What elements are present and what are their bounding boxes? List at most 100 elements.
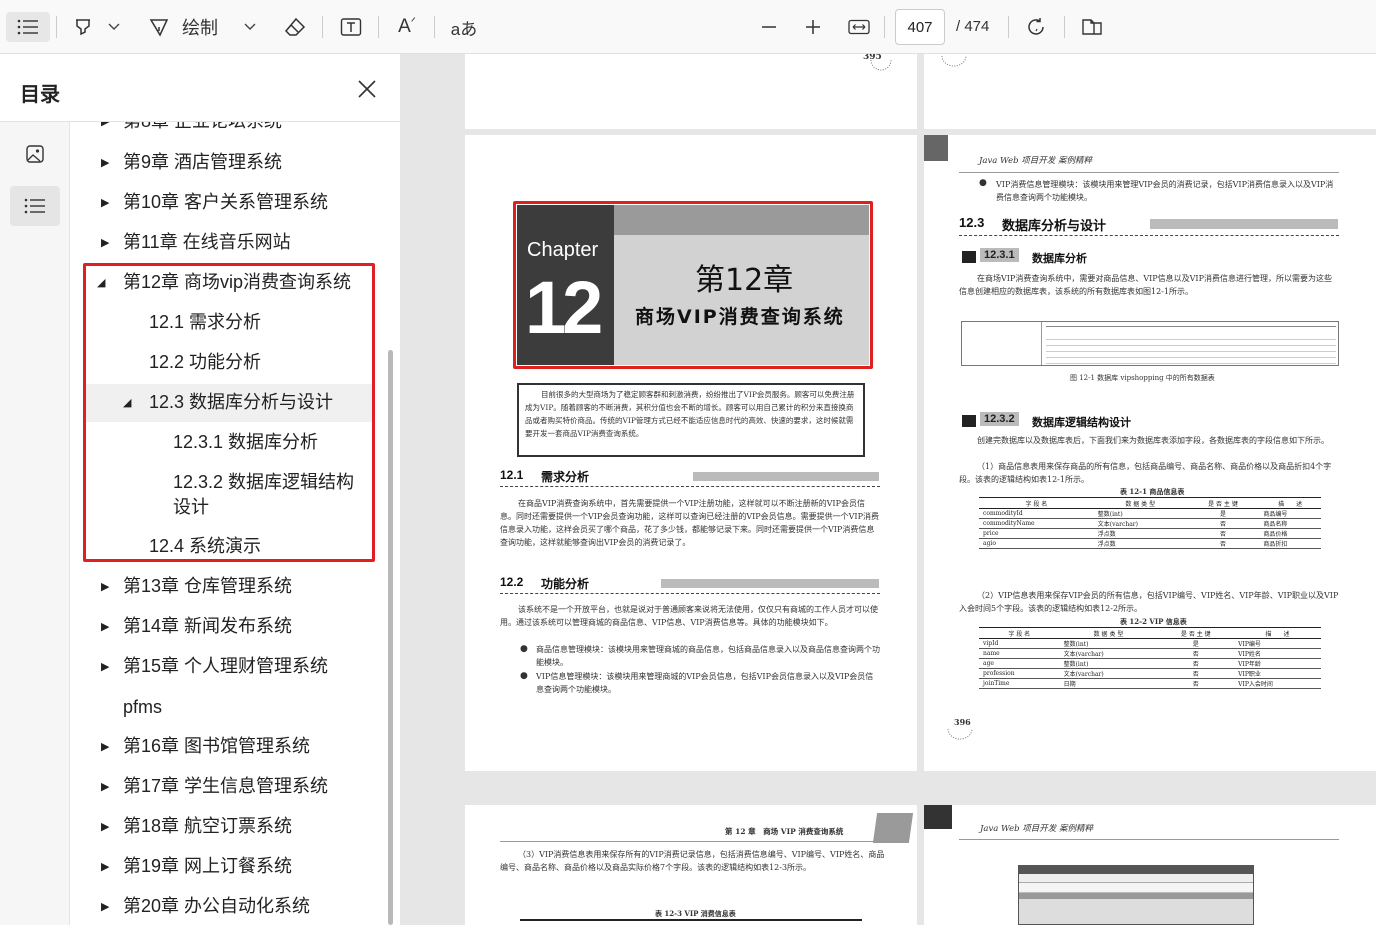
toolbar-separator (56, 16, 57, 38)
section-12-1-text: 在商品VIP消费查询系统中，首先需要提供一个VIP注册功能，这样就可以不断注册新… (500, 499, 879, 547)
toc-button[interactable] (10, 186, 60, 226)
toc-item-pfms[interactable]: pfms (123, 694, 162, 720)
toc-item-ch20[interactable]: ▶ 第20章 办公自动化系统 (101, 893, 310, 919)
rotate-button[interactable] (1020, 12, 1052, 42)
toolbar-separator (884, 16, 885, 38)
toolbar-separator (378, 16, 379, 38)
toc-item-ch15[interactable]: ▶ 第15章 个人理财管理系统 (101, 653, 328, 679)
draw-dropdown[interactable] (238, 12, 262, 42)
toolbar: 绘制 Aᐟ aあ 407 / 474 (0, 0, 1376, 54)
toc-tree: ▶第8章 企业论坛系统 ▶第9章 酒店管理系统 ▶第10章 客户关系管理系统 ▶… (70, 122, 400, 925)
bullet-consume: VIP消费信息管理模块：该模块用来管理VIP会员的消费记录，包括VIP消费信息录… (996, 180, 1334, 202)
toc-item-ch17[interactable]: ▶ 第17章 学生信息管理系统 (101, 773, 328, 799)
page-ornament-icon (870, 59, 892, 71)
expand-arrow-icon[interactable]: ▶ (101, 774, 109, 800)
add-text-button[interactable] (334, 12, 368, 42)
zoom-out-button[interactable] (756, 12, 782, 42)
close-icon (358, 80, 376, 98)
minus-icon (762, 26, 776, 28)
toc-item-ch16[interactable]: ▶ 第16章 图书馆管理系统 (101, 733, 310, 759)
section-12-3-2-num: 12.3.2 (980, 412, 1019, 426)
highlight-dropdown[interactable] (102, 12, 126, 42)
section-12-3-1-text: 在商场VIP消费查询系统中，需要对商品信息、VIP信息以及VIP消费信息进行管理… (959, 274, 1332, 296)
toolbar-separator (322, 16, 323, 38)
toc-item-ch10[interactable]: ▶ 第10章 客户关系管理系统 (101, 189, 328, 215)
page-chapter-12: Chapter 12 第12章 商场VIP消费查询系统 目前很多的大型商场为了稳… (465, 135, 917, 771)
expand-arrow-icon[interactable]: ▶ (101, 854, 109, 880)
text-options-button[interactable]: aあ (446, 12, 482, 42)
draw-label: 绘制 (182, 18, 218, 38)
toc-item-ch18[interactable]: ▶ 第18章 航空订票系统 (101, 813, 292, 839)
page-ornament-icon (941, 55, 967, 67)
erase-button[interactable] (278, 12, 312, 42)
section-12-3-1-title: 数据库分析 (1032, 253, 1087, 265)
section-12-2-title: 功能分析 (541, 577, 590, 591)
expand-arrow-icon[interactable]: ▶ (101, 654, 109, 680)
expand-arrow-icon[interactable]: ▶ (101, 230, 109, 256)
fit-width-icon (848, 19, 870, 35)
expand-arrow-icon[interactable]: ▶ (101, 122, 109, 135)
two-page-icon (1082, 19, 1102, 35)
running-header: 第 12 章 商场 VIP 消费查询系统 (725, 827, 844, 836)
table-row: profession 文本(varchar) 否 VIP职业 (979, 668, 1321, 679)
page-number-input[interactable]: 407 (895, 9, 945, 45)
figure-12-1-caption: 图 12-1 数据库 vipshopping 中的所有数据表 (1070, 374, 1215, 382)
read-aloud-button[interactable]: Aᐟ (390, 12, 424, 42)
page-view-button[interactable] (1076, 12, 1108, 42)
section-12-3-1-num: 12.3.1 (980, 248, 1019, 262)
toc-item-ch19[interactable]: ▶ 第19章 网上订餐系统 (101, 853, 292, 879)
table-12-2: 字 段 名数 据 类 型是 否 主 键描 述 vipId 整数(int) 是 VIP编… (979, 627, 1321, 689)
expand-arrow-icon[interactable]: ▶ (101, 574, 109, 600)
draw-button[interactable]: 绘制 (148, 12, 238, 42)
page-396: Java Web 项目开发 案例精粹 ● VIP消费信息管理模块：该模块用来管理… (924, 135, 1376, 771)
table-row: agio 浮点数否商品折扣 (979, 538, 1321, 549)
running-header: Java Web 项目开发 案例精粹 (980, 824, 1093, 834)
table-row: age 整数(int) 否 VIP年龄 (979, 658, 1321, 669)
eraser-icon (284, 17, 306, 36)
toolbar-separator (1008, 16, 1009, 38)
list-icon (24, 198, 45, 214)
table-row: joinTime 日期否 VIP入会时间 (979, 678, 1321, 689)
highlight-button[interactable] (66, 12, 100, 42)
expand-arrow-icon[interactable]: ▶ (101, 614, 109, 640)
close-panel-button[interactable] (352, 74, 382, 104)
document-area: 395 Chapter 12 第12章 商场VIP消费查询系统 目前很多的大型商… (400, 54, 1376, 925)
draw-icon (149, 19, 169, 37)
chevron-down-icon (244, 23, 256, 30)
table-row: vipId 整数(int) 是 VIP编号 (979, 638, 1321, 649)
toc-item-ch14[interactable]: ▶ 第14章 新闻发布系统 (101, 613, 292, 639)
table-12-1: 字 段 名数 据 类 型是 否 主 键描 述 commodityId 整数(int… (979, 497, 1321, 549)
chapter-red-highlight-box (513, 201, 873, 369)
section-12-3-num: 12.3 (959, 215, 985, 230)
section-12-1-title: 需求分析 (541, 470, 590, 484)
zoom-in-button[interactable] (800, 12, 826, 42)
expand-arrow-icon[interactable]: ▶ (101, 814, 109, 840)
expand-arrow-icon[interactable]: ▶ (101, 190, 109, 216)
table-row: commodityId 整数(int) 是商品编号 (979, 508, 1321, 519)
expand-arrow-icon[interactable]: ▶ (101, 734, 109, 760)
section-12-3-title: 数据库分析与设计 (1002, 218, 1107, 233)
toc-item-ch8[interactable]: ▶第8章 企业论坛系统 (101, 122, 282, 134)
highlighter-icon (76, 19, 90, 36)
table-row: price 浮点数否商品价格 (979, 528, 1321, 539)
section-12-2-num: 12.2 (500, 575, 524, 589)
page-bottom-left: 第 12 章 商场 VIP 消费查询系统 （3）VIP消费信息表用来保存所有的V… (465, 805, 917, 925)
chevron-down-icon (108, 23, 120, 30)
expand-arrow-icon[interactable]: ▶ (101, 150, 109, 176)
section-12-3-2-text: 创建完数据库以及数据库表后，下面我们来为数据库表添加字段，各数据库表的字段信息如… (977, 436, 1329, 445)
toc-red-highlight-box (83, 263, 375, 562)
toc-item-ch13[interactable]: ▶ 第13章 仓库管理系统 (101, 573, 292, 599)
toc-item-ch11[interactable]: ▶ 第11章 在线音乐网站 (101, 229, 291, 255)
section-12-2-text: 该系统不是一个开放平台，也就是说对于普通顾客来说将无法使用，仅仅只有商城的工作人… (500, 605, 878, 627)
toc-scrollbar[interactable] (388, 350, 393, 925)
section-12-1-num: 12.1 (500, 468, 524, 482)
thumbnails-button[interactable] (10, 134, 60, 174)
page-395: 395 (465, 54, 917, 129)
text-options-icon: aあ (450, 19, 478, 39)
toc-item-ch9[interactable]: ▶ 第9章 酒店管理系统 (101, 149, 282, 175)
paragraph-vip-table: （2）VIP信息表用来保存VIP会员的所有信息，包括VIP编号、VIP姓名、VI… (959, 591, 1339, 613)
expand-arrow-icon[interactable]: ▶ (101, 894, 109, 920)
toc-panel-header: 目录 (0, 54, 400, 122)
fit-width-button[interactable] (844, 12, 874, 42)
toc-toggle-button[interactable] (6, 12, 50, 42)
